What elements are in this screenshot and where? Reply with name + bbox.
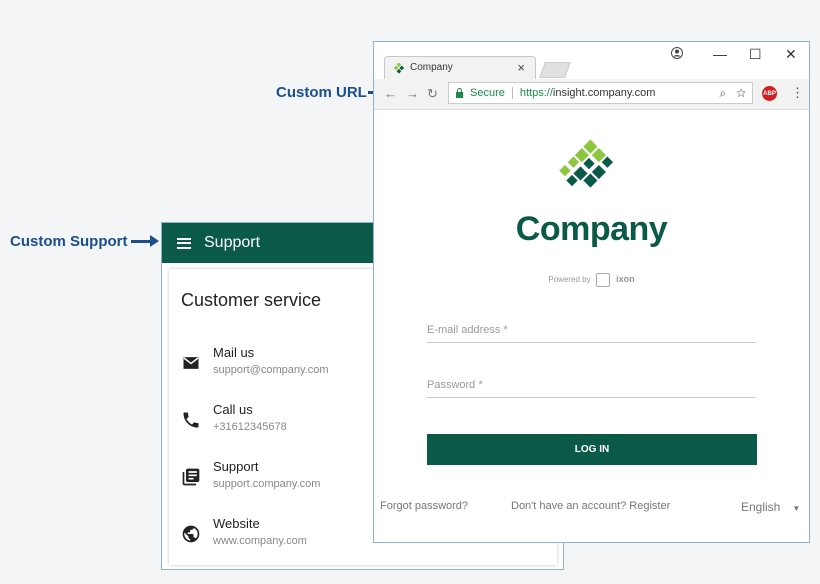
browser-window: Company × — ☐ ✕ ← → ↻ Secure https:// in… — [373, 41, 810, 543]
forgot-password-link[interactable]: Forgot password? — [380, 500, 468, 512]
new-tab-button[interactable] — [539, 62, 571, 78]
lock-icon — [456, 87, 463, 98]
support-header-title: Support — [204, 234, 261, 251]
company-favicon-icon — [394, 63, 405, 74]
email-input[interactable] — [427, 324, 756, 336]
browser-titlebar: Company × — ☐ ✕ — [374, 42, 809, 79]
profile-icon[interactable] — [671, 46, 683, 62]
chevron-down-icon: ▼ — [792, 504, 801, 513]
powered-by-label: Powered by — [548, 275, 591, 285]
contact-value: support@company.com — [213, 364, 329, 376]
contact-label: Call us — [213, 402, 253, 417]
custom-support-callout: Custom Support — [10, 233, 128, 250]
back-icon[interactable]: ← — [384, 86, 397, 101]
browser-tab[interactable]: Company × — [384, 56, 536, 79]
contact-value: +31612345678 — [213, 421, 287, 433]
adblock-plus-icon[interactable]: ABP — [762, 86, 777, 101]
reload-icon[interactable]: ↻ — [427, 86, 438, 102]
close-window-icon[interactable]: ✕ — [785, 46, 797, 63]
brand-name: Company — [515, 210, 668, 248]
url-host: insight.company.com — [552, 87, 656, 99]
card-title: Customer service — [181, 290, 322, 310]
minimize-icon[interactable]: — — [713, 46, 727, 62]
address-separator — [511, 87, 513, 99]
custom-url-callout: Custom URL — [276, 84, 367, 101]
password-field — [427, 375, 756, 398]
contact-value: www.company.com — [213, 535, 307, 547]
mail-icon — [183, 357, 199, 369]
phone-icon — [183, 412, 199, 428]
ixon-logo-icon — [595, 273, 610, 287]
url-protocol: https:// — [519, 87, 553, 99]
maximize-icon[interactable]: ☐ — [749, 46, 762, 63]
omnibox-actions: ⌕ ☆ — [719, 86, 746, 101]
powered-by: Powered by ixon — [374, 273, 809, 287]
bookmark-star-icon[interactable]: ☆ — [736, 86, 746, 100]
password-input[interactable] — [427, 379, 756, 391]
custom-support-arrow — [131, 235, 159, 247]
browser-menu-icon[interactable]: ⋮ — [791, 85, 804, 101]
hamburger-menu-icon[interactable] — [177, 237, 191, 249]
contact-label: Mail us — [213, 345, 255, 360]
language-value: English — [741, 500, 781, 514]
login-page: Company Powered by ixon LOG IN Forgot pa… — [374, 110, 809, 543]
document-icon — [182, 468, 200, 486]
zoom-icon[interactable]: ⌕ — [719, 86, 726, 100]
forward-icon[interactable]: → — [406, 86, 419, 101]
contact-value: support.company.com — [213, 478, 321, 490]
tab-close-icon[interactable]: × — [517, 60, 525, 75]
email-field — [427, 320, 756, 343]
login-button[interactable]: LOG IN — [427, 434, 757, 465]
secure-label: Secure — [470, 87, 505, 99]
contact-label: Website — [213, 516, 260, 531]
powered-brand: ixon — [616, 274, 635, 285]
language-select[interactable]: English ▼ — [741, 500, 800, 514]
tab-title: Company — [410, 62, 453, 73]
browser-toolbar: ← → ↻ Secure https:// insight.company.co… — [374, 79, 809, 110]
contact-label: Support — [213, 459, 259, 474]
globe-icon — [182, 525, 200, 543]
company-logo-icon — [559, 139, 614, 188]
address-bar[interactable]: Secure https:// insight.company.com ⌕ ☆ — [448, 82, 753, 104]
register-link[interactable]: Don't have an account? Register — [511, 500, 670, 512]
